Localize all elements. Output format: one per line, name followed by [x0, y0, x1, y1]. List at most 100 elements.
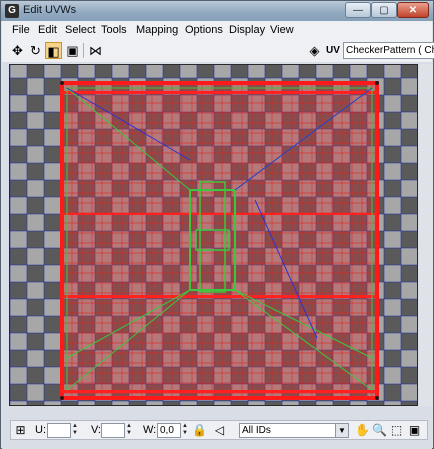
v-input[interactable] [101, 423, 125, 438]
checker-cell [384, 163, 401, 180]
zoom-extents-icon[interactable]: ▣ [407, 423, 422, 438]
w-input[interactable]: 0,0 [157, 423, 181, 438]
w-spinner[interactable]: ▲ ▼ [181, 423, 189, 438]
checker-cell [78, 65, 95, 78]
edit-uvws-window: G Edit UVWs — ▢ ✕ File Edit Select Tools… [0, 0, 434, 449]
freeform-icon[interactable]: ▣ [64, 42, 81, 59]
checker-cell [27, 350, 44, 367]
checker-cell [401, 146, 417, 163]
v-spinner[interactable]: ▲ ▼ [125, 423, 133, 438]
texture-icon[interactable]: ◈ [306, 42, 323, 59]
menu-edit[interactable]: Edit [38, 24, 57, 36]
checker-cell [44, 163, 61, 180]
lock-icon[interactable]: 🔒 [192, 423, 207, 438]
toolbar: ✥ ↻ ◧ ▣ ⋈ ◈ UV CheckerPattern ( Che [2, 40, 434, 62]
checker-cell [44, 367, 61, 384]
checker-cell [384, 265, 401, 282]
chevron-down-icon[interactable]: ▼ [335, 424, 348, 437]
checker-cell [27, 316, 44, 333]
checker-cell [146, 401, 163, 405]
menu-display[interactable]: Display [229, 24, 265, 36]
checker-cell [401, 180, 417, 197]
uv-tile-tint [62, 83, 377, 398]
checker-cell [10, 265, 27, 282]
pan-hand-icon[interactable]: ✋ [355, 423, 370, 438]
checker-cell [44, 401, 61, 405]
checker-cell [10, 163, 27, 180]
viewport-side-strip [419, 64, 433, 406]
menu-options[interactable]: Options [185, 24, 223, 36]
checker-cell [384, 231, 401, 248]
rotate-icon[interactable]: ↻ [27, 42, 44, 59]
menu-tools[interactable]: Tools [101, 24, 127, 36]
checker-cell [384, 129, 401, 146]
checker-cell [401, 384, 417, 401]
id-filter-value: All IDs [242, 425, 271, 436]
paint-select-icon[interactable]: ◁ [212, 423, 227, 438]
checker-cell [350, 65, 367, 78]
u-input[interactable] [47, 423, 71, 438]
menu-file[interactable]: File [12, 24, 30, 36]
checker-cell [10, 65, 27, 78]
checker-cell [44, 299, 61, 316]
checker-cell [384, 367, 401, 384]
minimize-button[interactable]: — [345, 2, 371, 18]
checker-cell [27, 112, 44, 129]
checker-cell [112, 401, 129, 405]
texture-select[interactable]: CheckerPattern ( Che [343, 42, 434, 59]
close-button[interactable]: ✕ [397, 2, 429, 18]
checker-cell [27, 146, 44, 163]
checker-cell [27, 248, 44, 265]
menu-mapping[interactable]: Mapping [136, 24, 178, 36]
checker-cell [44, 95, 61, 112]
uv-vertex [60, 396, 64, 400]
checker-cell [248, 65, 265, 78]
maximize-button[interactable]: ▢ [371, 2, 397, 18]
checker-cell [214, 401, 231, 405]
app-icon: G [5, 4, 19, 18]
menu-select[interactable]: Select [65, 24, 96, 36]
checker-cell [282, 65, 299, 78]
checker-cell [384, 333, 401, 350]
checker-cell [44, 197, 61, 214]
checker-cell [27, 78, 44, 95]
checker-cell [316, 65, 333, 78]
selected-band [62, 213, 377, 215]
uv-vertex [60, 81, 64, 85]
selected-band [62, 295, 377, 298]
checker-cell [384, 299, 401, 316]
checker-cell [401, 248, 417, 265]
checker-cell [10, 95, 27, 112]
checker-cell [112, 65, 129, 78]
move-icon[interactable]: ✥ [9, 42, 26, 59]
checker-cell [146, 65, 163, 78]
zoom-region-icon[interactable]: ⬚ [389, 423, 404, 438]
checker-cell [282, 401, 299, 405]
checker-cell [180, 65, 197, 78]
toolbar-separator [83, 43, 84, 58]
menu-view[interactable]: View [270, 24, 294, 36]
window-title: Edit UVWs [23, 4, 77, 16]
zoom-icon[interactable]: 🔍 [372, 423, 387, 438]
checker-cell [44, 65, 61, 78]
checker-cell [10, 299, 27, 316]
checker-cell [10, 401, 27, 405]
scale-icon[interactable]: ◧ [45, 42, 62, 59]
id-filter-select[interactable]: All IDs ▼ [239, 423, 349, 438]
u-spinner[interactable]: ▲ ▼ [71, 423, 79, 438]
checker-cell [401, 282, 417, 299]
uv-vertex [375, 81, 379, 85]
checker-cell [27, 214, 44, 231]
uv-viewport[interactable] [9, 64, 418, 406]
checker-cell [10, 231, 27, 248]
uv-canvas[interactable] [10, 65, 418, 406]
checker-cell [44, 129, 61, 146]
checker-cell [27, 282, 44, 299]
checker-cell [44, 333, 61, 350]
checker-cell [10, 333, 27, 350]
menu-bar: File Edit Select Tools Mapping Options D… [2, 21, 432, 41]
absolute-offset-icon[interactable]: ⊞ [13, 423, 28, 438]
mirror-icon[interactable]: ⋈ [87, 42, 104, 59]
title-bar[interactable]: G Edit UVWs — ▢ ✕ [1, 1, 433, 21]
selected-band [62, 91, 377, 94]
